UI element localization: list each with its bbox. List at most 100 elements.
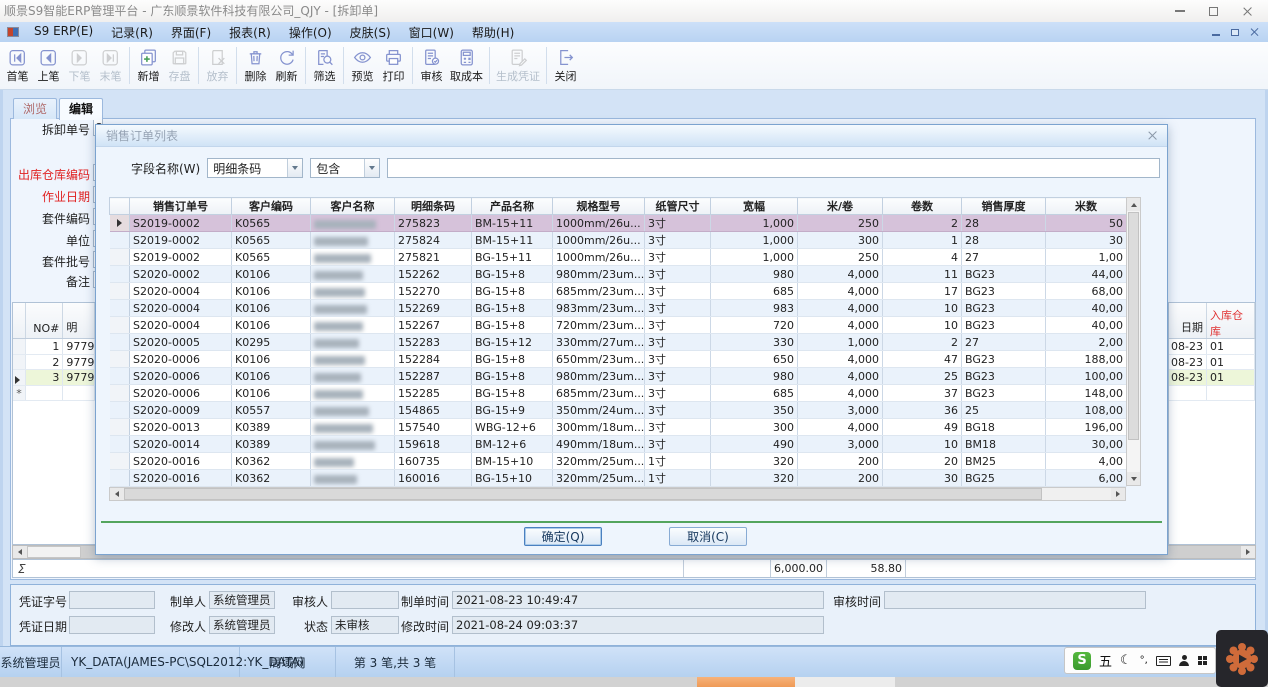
grid-cell[interactable]: S2019-0002 xyxy=(130,215,232,232)
grid-cell[interactable]: S2020-0006 xyxy=(130,385,232,402)
grid-cell[interactable]: 154865 xyxy=(395,402,472,419)
table-row-new[interactable]: * xyxy=(13,386,95,402)
restore-icon[interactable] xyxy=(1209,7,1218,16)
grid-cell[interactable]: BG23 xyxy=(962,317,1046,334)
grid-cell[interactable]: 275824 xyxy=(395,232,472,249)
grid-cell[interactable] xyxy=(311,249,395,266)
column-header[interactable]: 米数 xyxy=(1046,198,1127,215)
sales-order-row[interactable]: S2020-0002K0106152262BG-15+8980mm/23um..… xyxy=(110,266,1127,283)
grid-cell[interactable]: 160735 xyxy=(395,453,472,470)
grid-cell[interactable]: 330 xyxy=(711,334,798,351)
sales-order-row[interactable]: S2020-0004K0106152269BG-15+8983mm/23um..… xyxy=(110,300,1127,317)
grid-cell[interactable] xyxy=(311,215,395,232)
moon-icon[interactable]: ☾ xyxy=(1120,653,1132,668)
grid-cell[interactable]: 160016 xyxy=(395,470,472,487)
grid-cell[interactable]: S2020-0016 xyxy=(130,470,232,487)
grid-cell[interactable]: 49 xyxy=(883,419,962,436)
grid-cell[interactable]: S2020-0006 xyxy=(130,351,232,368)
column-header[interactable]: 纸管尺寸 xyxy=(645,198,711,215)
grid-cell[interactable] xyxy=(311,317,395,334)
row-selector-cell[interactable] xyxy=(110,283,130,300)
close-icon[interactable] xyxy=(1242,6,1252,16)
audit-button[interactable]: 审核 xyxy=(416,43,447,88)
grid-cell[interactable]: 350mm/24um... xyxy=(553,402,645,419)
grid-cell[interactable]: 27 xyxy=(962,334,1046,351)
menu-item[interactable]: 帮助(H) xyxy=(463,22,523,43)
cancel-button[interactable]: 取消(C) xyxy=(669,527,747,546)
grid-cell[interactable]: 148,00 xyxy=(1046,385,1127,402)
table-row-selected[interactable]: 3 97792 xyxy=(13,370,95,386)
grid-cell[interactable]: BG-15+9 xyxy=(472,402,553,419)
grid-cell[interactable]: BG23 xyxy=(962,351,1046,368)
grid-cell[interactable]: BG-15+10 xyxy=(472,470,553,487)
grid-cell[interactable]: 10 xyxy=(883,436,962,453)
person-icon[interactable] xyxy=(1179,655,1190,666)
detail-column-header[interactable]: 明 xyxy=(63,303,95,338)
row-selector-cell[interactable] xyxy=(110,300,130,317)
grid-cell[interactable]: 152267 xyxy=(395,317,472,334)
row-selector-cell[interactable] xyxy=(110,249,130,266)
grid-cell[interactable]: 157540 xyxy=(395,419,472,436)
grid-cell[interactable]: 40,00 xyxy=(1046,300,1127,317)
grid-cell[interactable]: 4,000 xyxy=(798,300,883,317)
grid-cell[interactable]: 4,000 xyxy=(798,419,883,436)
grid-cell[interactable]: 4,000 xyxy=(798,368,883,385)
row-selector-cell[interactable] xyxy=(110,470,130,487)
grid-cell[interactable]: 275821 xyxy=(395,249,472,266)
row-selector-cell[interactable] xyxy=(110,351,130,368)
filter-value-input[interactable] xyxy=(387,158,1160,178)
row-selector-cell[interactable] xyxy=(110,232,130,249)
column-header[interactable]: 宽幅 xyxy=(711,198,798,215)
sales-order-row[interactable]: S2019-0002K0565275821BG-15+111000mm/26u.… xyxy=(110,249,1127,266)
prev-record-button[interactable]: 上笔 xyxy=(33,43,64,88)
grid-cell[interactable]: 275823 xyxy=(395,215,472,232)
grid-cell[interactable]: 980 xyxy=(711,266,798,283)
grid-cell[interactable]: 300 xyxy=(711,419,798,436)
grid-cell[interactable]: S2019-0002 xyxy=(130,232,232,249)
grid-cell[interactable]: 1000mm/26u... xyxy=(553,249,645,266)
scroll-down-icon[interactable] xyxy=(1127,472,1140,485)
grid-cell[interactable]: 44,00 xyxy=(1046,266,1127,283)
keyboard-icon[interactable] xyxy=(1156,656,1171,666)
sales-order-row[interactable]: S2019-0002K0565275824BM-15+111000mm/26u.… xyxy=(110,232,1127,249)
grid-cell[interactable]: BM25 xyxy=(962,453,1046,470)
grid-cell[interactable]: K0389 xyxy=(232,436,311,453)
grid-cell[interactable]: 68,00 xyxy=(1046,283,1127,300)
grid-cell[interactable]: 3寸 xyxy=(645,419,711,436)
grid-cell[interactable] xyxy=(311,453,395,470)
row-selector-cell[interactable] xyxy=(110,385,130,402)
grid-cell[interactable]: BG-15+8 xyxy=(472,368,553,385)
grid-cell[interactable]: 37 xyxy=(883,385,962,402)
grid-cell[interactable]: S2020-0016 xyxy=(130,453,232,470)
grid-cell[interactable]: S2020-0004 xyxy=(130,283,232,300)
dialog-close-icon[interactable] xyxy=(1148,131,1157,140)
grid-cell[interactable]: 3寸 xyxy=(645,385,711,402)
grid-cell[interactable]: 196,00 xyxy=(1046,419,1127,436)
grid-cell[interactable] xyxy=(311,232,395,249)
grid-cell[interactable]: 10 xyxy=(883,300,962,317)
grid-cell[interactable]: K0106 xyxy=(232,351,311,368)
grid-cell[interactable]: 1,00 xyxy=(1046,249,1127,266)
add-button[interactable]: 新增 xyxy=(133,43,164,88)
grid-menu-icon[interactable] xyxy=(1198,656,1207,665)
grid-cell[interactable]: 320 xyxy=(711,453,798,470)
row-selector-cell[interactable] xyxy=(110,317,130,334)
grid-cell[interactable]: BM18 xyxy=(962,436,1046,453)
grid-cell[interactable]: K0106 xyxy=(232,368,311,385)
column-header[interactable]: 产品名称 xyxy=(472,198,553,215)
grid-cell[interactable]: 1,000 xyxy=(798,334,883,351)
grid-cell[interactable]: 980mm/23um... xyxy=(553,266,645,283)
grid-cell[interactable]: S2020-0005 xyxy=(130,334,232,351)
grid-cell[interactable]: 4,000 xyxy=(798,266,883,283)
grid-cell[interactable]: 1000mm/26u... xyxy=(553,215,645,232)
tab-edit[interactable]: 编辑 xyxy=(59,98,103,120)
menu-item[interactable]: 操作(O) xyxy=(280,22,341,43)
audit-time-input[interactable] xyxy=(884,591,1146,609)
grid-cell[interactable]: S2020-0004 xyxy=(130,317,232,334)
grid-cell[interactable]: 1000mm/26u... xyxy=(553,232,645,249)
grid-cell[interactable]: 200 xyxy=(798,453,883,470)
grid-cell[interactable]: 28 xyxy=(962,215,1046,232)
scroll-right-icon[interactable] xyxy=(1241,546,1255,558)
grid-cell[interactable] xyxy=(311,334,395,351)
grid-cell[interactable] xyxy=(311,266,395,283)
